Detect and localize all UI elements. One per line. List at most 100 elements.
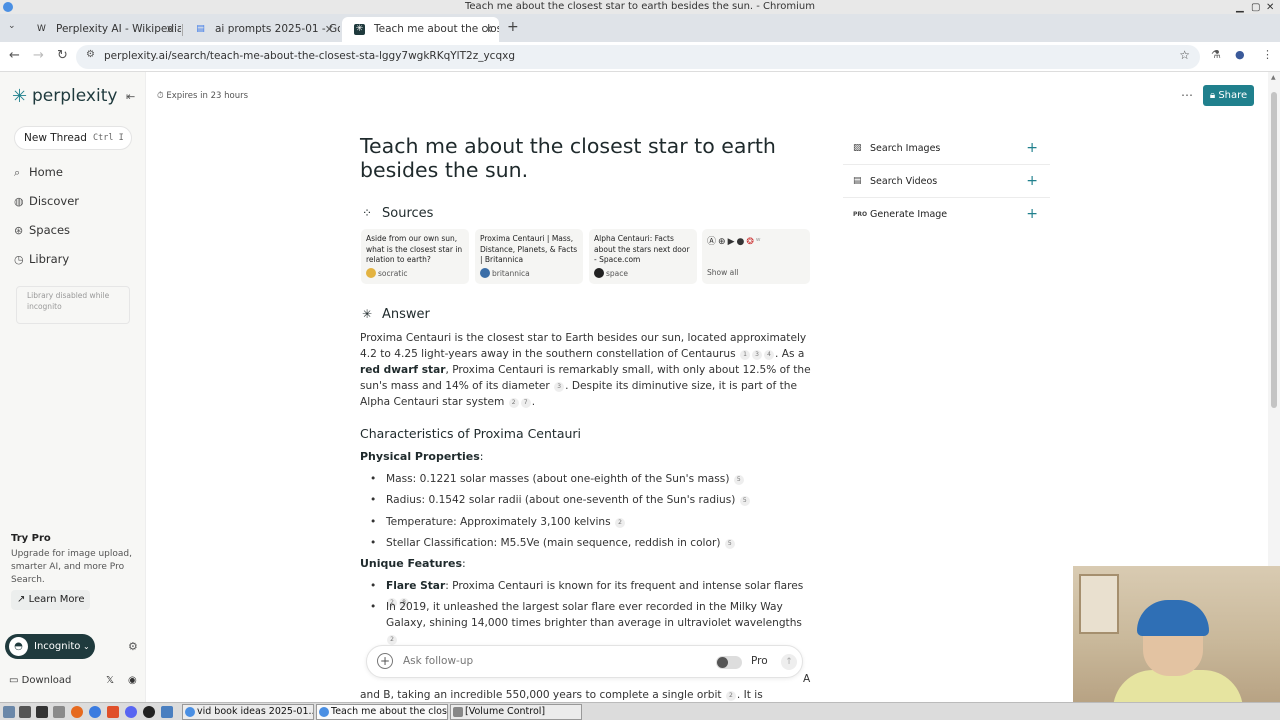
follow-up-input[interactable]: Ask follow-up — [403, 655, 473, 667]
spaces-icon: ⊛ — [14, 224, 24, 237]
taskbar-window-label: vid book ideas 2025-01... — [197, 706, 314, 717]
maximize-icon[interactable]: ▢ — [1251, 1, 1260, 15]
browser-menu-icon[interactable]: ⋮ — [1262, 48, 1273, 61]
source-site: socratic — [366, 268, 464, 278]
x-twitter-icon[interactable]: 𝕏 — [106, 675, 114, 686]
back-arrow-icon[interactable]: ← — [9, 48, 20, 63]
source-card[interactable]: Proxima Centauri | Mass, Distance, Plane… — [475, 229, 583, 284]
tab-list-chevron-icon[interactable]: ⌄ — [8, 21, 16, 31]
attach-plus-icon[interactable]: + — [377, 653, 393, 669]
url-text: perplexity.ai/search/teach-me-about-the-… — [104, 50, 515, 62]
search-videos-button[interactable]: ▤ Search Videos + — [843, 165, 1050, 198]
socratic-favicon-icon — [366, 268, 376, 278]
brand-name: perplexity — [32, 86, 118, 106]
send-arrow-icon[interactable]: ↑ — [781, 654, 797, 670]
collapse-sidebar-icon[interactable]: ⇤ — [126, 90, 135, 103]
perplexity-logo[interactable]: ✳ perplexity — [12, 86, 117, 107]
incognito-avatar-icon: ◓ — [9, 637, 28, 656]
citation-badge[interactable]: 2 — [508, 398, 519, 408]
taskbar-window-button[interactable]: [Volume Control] — [450, 704, 582, 720]
pro-toggle[interactable] — [716, 656, 742, 669]
tab-close-icon[interactable]: ✕ — [484, 17, 493, 42]
forward-arrow-icon[interactable]: → — [33, 48, 44, 63]
citation-badge[interactable]: 5 — [724, 539, 735, 549]
source-title: Aside from our own sun, what is the clos… — [366, 234, 463, 264]
obs-icon[interactable] — [143, 706, 155, 718]
tab-perplexity[interactable]: ✳ Teach me about the close ✕ — [342, 17, 499, 42]
source-card[interactable]: Aside from our own sun, what is the clos… — [361, 229, 469, 284]
new-tab-plus-icon[interactable]: + — [507, 19, 519, 35]
tab-close-icon[interactable]: ✕ — [166, 17, 175, 42]
tab-label: Perplexity AI - Wikipedia — [56, 23, 181, 35]
incognito-account-button[interactable]: ◓ Incognito ⌄ — [5, 634, 95, 659]
close-icon[interactable]: ✕ — [1266, 1, 1274, 15]
file-manager-icon[interactable] — [19, 706, 31, 718]
sidebar-item-home[interactable]: ⌕ Home — [14, 165, 63, 180]
citation-badge[interactable]: 5 — [739, 496, 750, 506]
citation-badge[interactable]: 3 — [752, 350, 763, 360]
taskbar-window-button[interactable]: Teach me about the clos... — [316, 704, 448, 720]
wikipedia-favicon-icon: W — [37, 24, 46, 34]
search-images-button[interactable]: ▨ Search Images + — [843, 132, 1050, 165]
brave-icon[interactable] — [107, 706, 119, 718]
tab-google-docs[interactable]: ▤ ai prompts 2025-01 - Goo ✕ — [183, 17, 340, 42]
list-item: Stellar Classification: M5.5Ve (main seq… — [370, 535, 810, 551]
sidebar-item-spaces[interactable]: ⊛ Spaces — [14, 223, 70, 237]
discord-app-icon[interactable] — [125, 706, 137, 718]
library-icon: ◷ — [14, 253, 24, 266]
sidebar-item-library[interactable]: ◷ Library — [14, 252, 69, 266]
generate-image-button[interactable]: PRO Generate Image + — [843, 198, 1050, 231]
citation-badge[interactable]: 4 — [764, 350, 775, 360]
citation-badge[interactable]: 5 — [733, 475, 744, 485]
favicon-icon: ● — [736, 237, 747, 247]
source-card[interactable]: Alpha Centauri: Facts about the stars ne… — [589, 229, 697, 284]
minimize-icon[interactable]: ▁ — [1236, 1, 1244, 15]
bookmark-star-icon[interactable]: ☆ — [1179, 48, 1190, 62]
new-thread-shortcut: Ctrl I — [93, 133, 124, 143]
chrome-icon[interactable] — [89, 706, 101, 718]
window-title: Teach me about the closest star to earth… — [465, 1, 815, 12]
citation-badge[interactable]: 2 — [615, 518, 626, 528]
start-menu-icon[interactable] — [3, 706, 15, 718]
reload-icon[interactable]: ↻ — [57, 48, 68, 63]
taskbar-window-label: [Volume Control] — [465, 706, 546, 717]
tab-strip: ⌄ W Perplexity AI - Wikipedia ✕ ▤ ai pro… — [0, 14, 1280, 42]
source-favicons: Ⓐ⊕▶●❂ʷ — [707, 234, 805, 267]
source-title: Proxima Centauri | Mass, Distance, Plane… — [480, 234, 578, 264]
sidebar-item-label: Home — [29, 165, 63, 179]
answer-heading-text: Answer — [382, 307, 430, 322]
discord-icon[interactable]: ◉ — [128, 675, 137, 686]
scroll-up-icon[interactable]: ▲ — [1271, 74, 1276, 81]
show-all-sources-card[interactable]: Ⓐ⊕▶●❂ʷ Show all — [702, 229, 810, 284]
share-button[interactable]: 🔒︎ Share — [1203, 85, 1254, 106]
tab-close-icon[interactable]: ✕ — [325, 17, 334, 42]
perplexity-answer-icon: ✳ — [362, 307, 373, 321]
firefox-icon[interactable] — [71, 706, 83, 718]
follow-up-bar: + Ask follow-up Pro ↑ — [366, 645, 803, 678]
folder-icon[interactable] — [161, 706, 173, 718]
download-link[interactable]: ▭ Download — [9, 675, 71, 686]
more-options-icon[interactable]: ⋯ — [1181, 88, 1193, 102]
sidebar-item-discover[interactable]: ◍ Discover — [14, 194, 79, 208]
site-info-icon[interactable]: ⚙ — [86, 49, 95, 60]
citation-badge[interactable]: 7 — [520, 398, 531, 408]
chromium-icon — [3, 2, 13, 12]
plus-icon: + — [1026, 173, 1038, 189]
terminal-icon[interactable] — [36, 706, 48, 718]
citation-badge[interactable]: 1 — [740, 350, 751, 360]
learn-more-button[interactable]: ↗ Learn More — [11, 590, 91, 610]
new-thread-button[interactable]: New Thread Ctrl I — [14, 126, 132, 150]
citation-badge[interactable]: 3 — [554, 382, 565, 392]
tab-wikipedia[interactable]: W Perplexity AI - Wikipedia ✕ — [24, 17, 181, 42]
text-editor-icon[interactable] — [53, 706, 65, 718]
taskbar-window-button[interactable]: vid book ideas 2025-01... — [182, 704, 314, 720]
extensions-icon[interactable]: ⚗ — [1211, 48, 1221, 61]
profile-icon[interactable]: ● — [1235, 48, 1245, 61]
sources-heading: ⁘ Sources — [362, 206, 433, 221]
citation-badge[interactable]: 2 — [387, 635, 397, 645]
citation-badge[interactable]: 2 — [725, 691, 736, 701]
address-bar[interactable]: ⚙ perplexity.ai/search/teach-me-about-th… — [76, 45, 1200, 69]
scrollbar-thumb[interactable] — [1271, 92, 1277, 408]
settings-gear-icon[interactable]: ⚙ — [128, 640, 138, 653]
pro-upgrade-text: Upgrade for image upload, smarter AI, an… — [11, 549, 132, 585]
